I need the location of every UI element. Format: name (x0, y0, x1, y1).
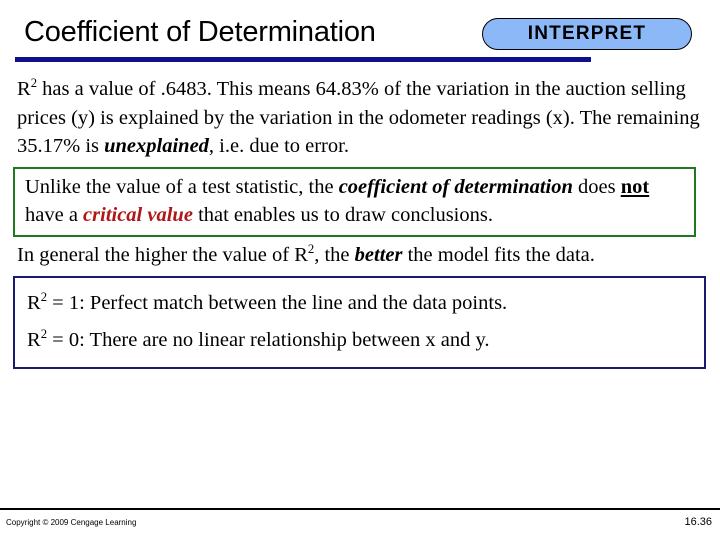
general-text-lead: In general the higher the value of R (17, 243, 308, 266)
navy-callout-box: R2 = 1: Perfect match between the line a… (13, 276, 706, 369)
emphasis-unexplained: unexplained (104, 135, 209, 157)
footer-copyright: Copyright © 2009 Cengage Learning (6, 518, 137, 527)
paragraph-r2-equals-zero: R2 = 0: There are no linear relationship… (25, 322, 698, 359)
emphasis-critical-value: critical value (83, 204, 193, 226)
emphasis-better: better (354, 243, 403, 266)
navy-line1-r2-base: R (27, 292, 41, 314)
r2-symbol-base: R (17, 78, 31, 100)
paragraph-r2-interpretation: R2 has a value of .6483. This means 64.8… (0, 72, 720, 161)
slide-content: R2 has a value of .6483. This means 64.8… (0, 72, 720, 369)
emphasis-coefficient-of-determination: coefficient of determination (338, 175, 573, 198)
footer-page-number: 16.36 (684, 516, 712, 528)
paragraph-no-critical-value: Unlike the value of a test statistic, th… (23, 173, 688, 230)
footer-divider (0, 508, 720, 510)
emphasis-not: not (620, 175, 650, 198)
interpret-badge[interactable]: INTERPRET (482, 18, 692, 50)
paragraph-general-rule: In general the higher the value of R2, t… (0, 237, 720, 270)
interpret-badge-label: INTERPRET (527, 23, 647, 44)
general-text-tail: the model fits the data. (402, 243, 595, 266)
navy-line2-text: = 0: There are no linear relationship be… (47, 329, 490, 351)
navy-line2-r2-base: R (27, 329, 41, 351)
paragraph-r2-equals-one: R2 = 1: Perfect match between the line a… (25, 285, 698, 322)
navy-line1-text: = 1: Perfect match between the line and … (47, 292, 508, 314)
greenbox-text-lead: Unlike the value of a test statistic, th… (25, 175, 339, 198)
page-title: Coefficient of Determination (24, 16, 376, 48)
intro-text-tail: , i.e. due to error. (208, 135, 349, 157)
greenbox-text-mid1: does (572, 175, 621, 198)
general-text-mid: , the (314, 243, 355, 266)
green-callout-box: Unlike the value of a test statistic, th… (13, 166, 696, 237)
greenbox-text-tail: that enables us to draw conclusions. (192, 204, 493, 226)
greenbox-text-mid2: have a (25, 204, 84, 226)
slide-header: Coefficient of Determination INTERPRET (0, 0, 720, 66)
title-underline-rule (15, 57, 591, 62)
